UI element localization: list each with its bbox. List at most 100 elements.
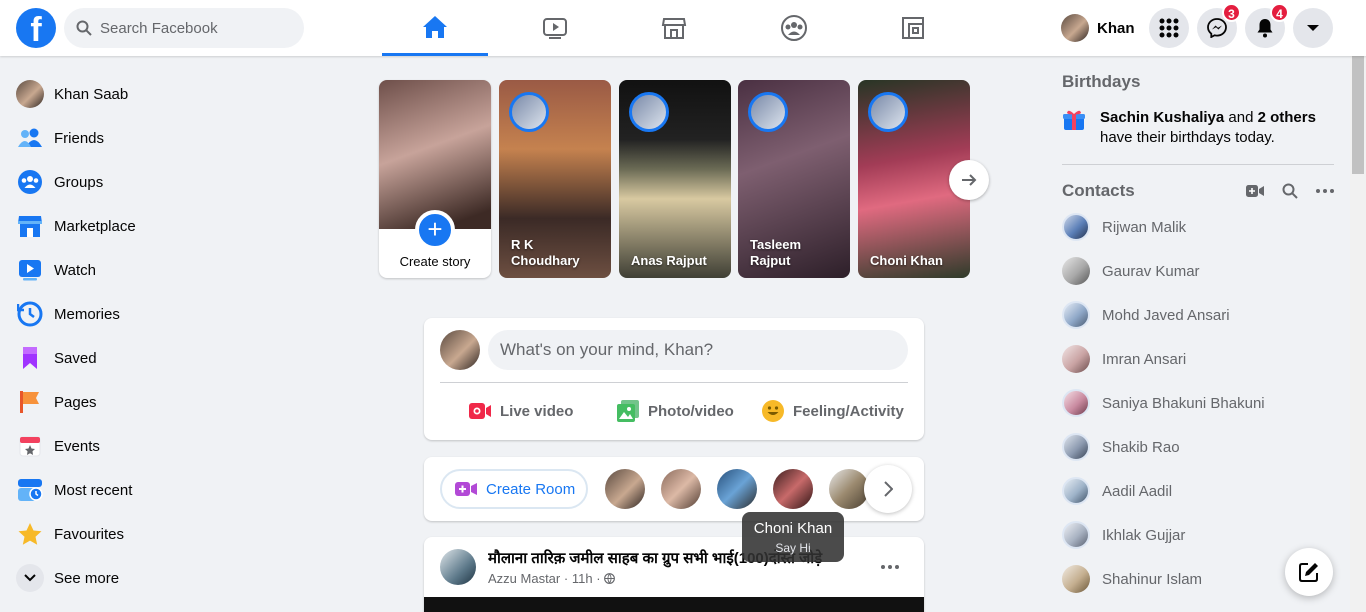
sidebar-item-saved[interactable]: Saved [8, 336, 338, 380]
new-room-icon[interactable] [1246, 184, 1264, 198]
sidebar-item-groups[interactable]: Groups [8, 160, 338, 204]
sidebar-item-favourites[interactable]: Favourites [8, 512, 338, 556]
post-options-button[interactable] [876, 553, 904, 581]
create-room-label: Create Room [486, 480, 576, 498]
bell-icon [1257, 19, 1273, 38]
avatar [1062, 345, 1090, 373]
birthday-item[interactable]: Sachin Kushaliya and 2 others have their… [1062, 108, 1334, 148]
avatar [1062, 213, 1090, 241]
feeling-activity-button[interactable]: Feeling/Activity [761, 396, 904, 426]
tab-marketplace[interactable] [621, 0, 727, 56]
create-room-button[interactable]: Create Room [440, 469, 588, 509]
sidebar-item-label: Watch [54, 261, 96, 279]
story-avatar [748, 92, 788, 132]
events-icon [19, 436, 41, 457]
story-name: Anas Rajput [631, 253, 707, 268]
contact-item[interactable]: Gaurav Kumar [1062, 249, 1334, 293]
action-label: Live video [500, 402, 574, 420]
messenger-button[interactable]: 3 [1197, 3, 1241, 48]
contact-item[interactable]: Saniya Bhakuni Bhakuni [1062, 381, 1334, 425]
post-time[interactable]: 11h [572, 571, 593, 586]
tab-home[interactable] [382, 0, 488, 56]
meta-separator: · [563, 571, 569, 586]
sidebar-item-events[interactable]: Events [8, 424, 338, 468]
story-card[interactable]: Anas Rajput [619, 80, 731, 278]
contact-item[interactable]: Aadil Aadil [1062, 469, 1334, 513]
tab-watch[interactable] [502, 0, 608, 56]
new-message-button[interactable] [1285, 548, 1333, 596]
profile-chip[interactable]: Khan [1056, 8, 1138, 48]
facebook-logo[interactable]: f [16, 8, 56, 49]
room-contact-avatar[interactable] [661, 469, 701, 509]
story-card[interactable]: R K Choudhary [499, 80, 611, 278]
avatar[interactable] [440, 549, 476, 585]
search-input[interactable] [100, 8, 295, 48]
memories-icon [17, 301, 43, 327]
feed-post: मौलाना तारिक़ जमील साहब का ग्रुप सभी भाई… [424, 537, 924, 612]
contact-item[interactable]: Mohd Javed Ansari [1062, 293, 1334, 337]
contact-tooltip: Choni Khan Say Hi [742, 512, 844, 562]
avatar [1061, 14, 1089, 42]
story-avatar [868, 92, 908, 132]
smiley-icon [762, 400, 784, 422]
sidebar-item-watch[interactable]: Watch [8, 248, 338, 292]
sidebar-item-label: Pages [54, 393, 97, 411]
sidebar-item-profile[interactable]: Khan Saab [8, 72, 338, 116]
sidebar-see-more[interactable]: See more [8, 556, 338, 600]
story-card[interactable]: Tasleem Rajput [738, 80, 850, 278]
page-scrollbar[interactable] [1350, 0, 1366, 612]
room-contact-avatar[interactable] [773, 469, 813, 509]
photo-video-button[interactable]: Photo/video [616, 396, 734, 426]
contact-name: Shakib Rao [1102, 438, 1180, 456]
more-horizontal-icon [881, 565, 899, 569]
saved-icon [23, 347, 37, 369]
search-icon[interactable] [1282, 183, 1298, 199]
contact-item[interactable]: Shakib Rao [1062, 425, 1334, 469]
more-horizontal-icon[interactable] [1316, 189, 1334, 193]
search-box[interactable] [64, 8, 304, 48]
search-icon [76, 20, 92, 36]
notifications-button[interactable]: 4 [1245, 3, 1289, 48]
room-contact-avatar[interactable] [717, 469, 757, 509]
birthday-and: and [1228, 109, 1254, 126]
contacts-header: Contacts [1062, 181, 1334, 201]
contact-item[interactable]: Rijwan Malik [1062, 205, 1334, 249]
tab-gaming[interactable] [860, 0, 966, 56]
birthday-name: Sachin Kushaliya [1100, 109, 1225, 126]
watch-icon [19, 260, 41, 281]
arrow-right-icon [962, 174, 977, 186]
room-contact-avatar[interactable] [605, 469, 645, 509]
rooms-next-button[interactable] [864, 465, 912, 513]
room-contact-avatar[interactable] [829, 469, 869, 509]
pages-icon [20, 391, 39, 413]
sidebar-item-marketplace[interactable]: Marketplace [8, 204, 338, 248]
sidebar-item-friends[interactable]: Friends [8, 116, 338, 160]
account-button[interactable] [1293, 8, 1333, 48]
groups-icon [18, 170, 42, 194]
tab-groups[interactable] [741, 0, 847, 56]
create-story-card[interactable]: + Create story [379, 80, 491, 278]
post-author[interactable]: Azzu Mastar [488, 571, 560, 586]
sidebar-item-memories[interactable]: Memories [8, 292, 338, 336]
stories-next-button[interactable] [949, 160, 989, 200]
plus-icon: + [415, 210, 455, 250]
notifications-badge: 4 [1270, 3, 1289, 22]
composer-input[interactable]: What's on your mind, Khan? [488, 330, 908, 370]
story-name: Choni Khan [870, 253, 943, 268]
sidebar-item-label: Khan Saab [54, 85, 129, 103]
contact-item[interactable]: Imran Ansari [1062, 337, 1334, 381]
avatar [16, 80, 44, 108]
action-label: Feeling/Activity [793, 402, 904, 420]
contact-name: Ikhlak Gujjar [1102, 526, 1186, 544]
sidebar-item-most-recent[interactable]: Most recent [8, 468, 338, 512]
post-image[interactable] [424, 597, 924, 612]
live-video-button[interactable]: Live video [468, 396, 573, 426]
tooltip-name: Choni Khan [753, 520, 833, 537]
menu-button[interactable] [1149, 8, 1189, 48]
contact-name: Gaurav Kumar [1102, 262, 1200, 280]
sidebar-item-label: Groups [54, 173, 104, 191]
contacts-title: Contacts [1062, 181, 1135, 200]
sidebar-item-pages[interactable]: Pages [8, 380, 338, 424]
create-story-label: Create story [399, 254, 471, 269]
contact-item[interactable]: Ikhlak Gujjar [1062, 513, 1334, 557]
